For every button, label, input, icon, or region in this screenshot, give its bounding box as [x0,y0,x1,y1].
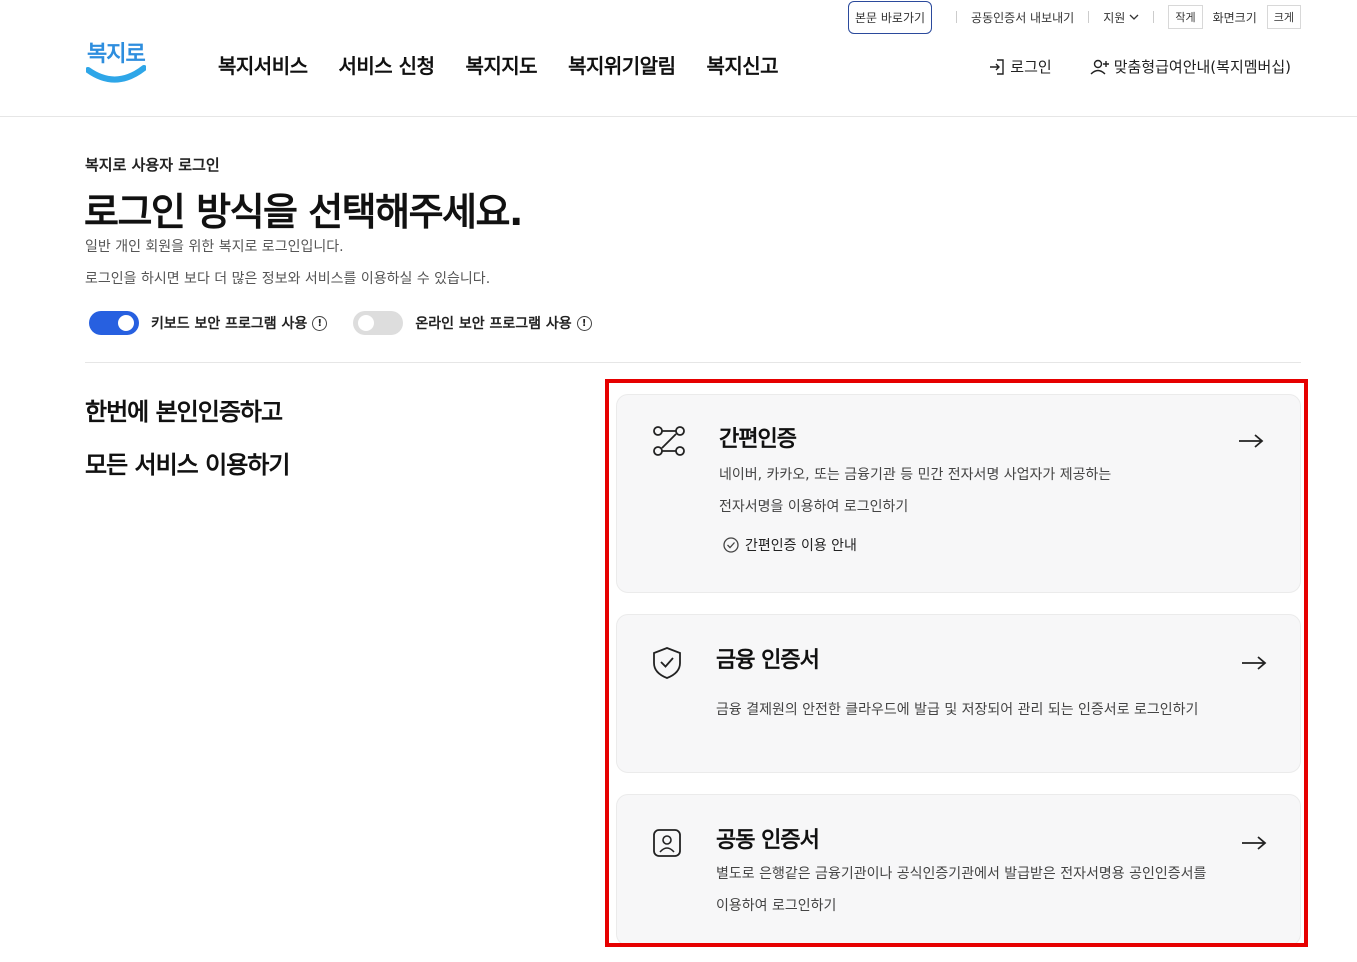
logo-smile-icon [86,65,146,83]
membership-label: 맞춤형급여안내(복지멤버십) [1113,58,1291,76]
header-right: 로그인 맞춤형급여안내(복지멤버십) [988,56,1291,77]
login-link[interactable]: 로그인 [988,56,1052,77]
site-header: 복지로 복지서비스 서비스 신청 복지지도 복지위기알림 복지신고 로그인 맞춤… [0,34,1357,117]
lead-heading: 모든 서비스 이용하기 [85,451,290,479]
chevron-down-icon [1129,14,1139,20]
divider [956,11,958,23]
font-small-button[interactable]: 작게 [1168,5,1203,29]
login-label: 로그인 [1010,58,1052,76]
nav-welfare-services[interactable]: 복지서비스 [218,50,308,79]
page-description: 로그인을 하시면 보다 더 많은 정보와 서비스를 이용하실 수 있습니다. [85,271,491,287]
utility-bar: 본문 바로가기 공동인증서 내보내기 지원 작게 화면크기 크게 [847,0,1301,34]
security-toggles: 키보드 보안 프로그램 사용 ! 온라인 보안 프로그램 사용 ! [89,311,592,335]
nav-welfare-map[interactable]: 복지지도 [465,50,537,79]
nav-crisis-alert[interactable]: 복지위기알림 [568,50,676,79]
divider [1088,11,1090,23]
online-security-toggle[interactable] [353,311,404,335]
info-icon[interactable]: ! [576,315,592,331]
cert-export-link[interactable]: 공동인증서 내보내기 [971,9,1074,26]
user-add-icon [1090,59,1109,75]
highlight-frame [605,379,1308,947]
support-dropdown[interactable]: 지원 [1103,9,1139,26]
keyboard-security-label: 키보드 보안 프로그램 사용 ! [151,313,328,333]
keyboard-security-toggle[interactable] [89,311,139,335]
toggle-knob [358,315,375,331]
info-icon[interactable]: ! [312,315,328,331]
online-security-text: 온라인 보안 프로그램 사용 [415,316,572,332]
divider [1153,11,1155,23]
main-nav: 복지서비스 서비스 신청 복지지도 복지위기알림 복지신고 [218,50,779,79]
online-security-label: 온라인 보안 프로그램 사용 ! [415,313,592,333]
toggle-knob [118,315,134,331]
keyboard-security-text: 키보드 보안 프로그램 사용 [151,316,308,332]
nav-service-apply[interactable]: 서비스 신청 [339,50,435,79]
page-description: 일반 개인 회원을 위한 복지로 로그인입니다. [85,239,344,255]
support-label: 지원 [1103,10,1126,25]
lead-heading: 한번에 본인인증하고 [85,398,283,426]
page-title: 로그인 방식을 선택해주세요. [84,190,523,234]
site-logo[interactable]: 복지로 [84,34,146,90]
page-subtitle: 복지로 사용자 로그인 [85,156,220,174]
login-icon [990,58,1004,75]
nav-welfare-report[interactable]: 복지신고 [706,50,778,79]
screen-size-label: 화면크기 [1212,10,1257,25]
font-large-button[interactable]: 크게 [1266,5,1301,29]
section-divider [85,362,1301,363]
skip-to-content-button[interactable]: 본문 바로가기 [847,0,933,34]
membership-link[interactable]: 맞춤형급여안내(복지멤버십) [1090,56,1291,77]
